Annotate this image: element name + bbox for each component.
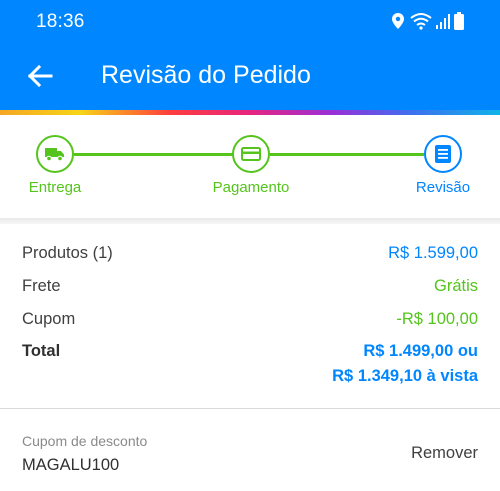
step-label-revisao: Revisão (415, 179, 471, 196)
step-revisao[interactable] (424, 135, 462, 173)
status-time: 18:36 (36, 11, 85, 32)
products-value: R$ 1.599,00 (388, 244, 478, 262)
step-label-pagamento: Pagamento (212, 179, 290, 196)
step-label-entrega: Entrega (28, 179, 82, 196)
step-entrega[interactable] (36, 135, 74, 173)
truck-icon (45, 148, 64, 162)
battery-icon (454, 12, 464, 30)
location-icon (392, 13, 404, 29)
status-bar: 18:36 (0, 0, 500, 44)
total-value-installments: R$ 1.499,00 ou (363, 342, 478, 360)
coupon-section: Cupom de desconto MAGALU100 Remover (0, 409, 500, 491)
coupon-label: Cupom (22, 310, 76, 328)
order-summary: Produtos (1) R$ 1.599,00 Frete Grátis Cu… (0, 224, 500, 408)
toolbar: Revisão do Pedido (0, 44, 500, 110)
status-icons (390, 12, 464, 30)
page-title: Revisão do Pedido (101, 61, 311, 89)
card-icon (241, 147, 261, 161)
shipping-label: Frete (22, 277, 61, 295)
coupon-discount-value: -R$ 100,00 (396, 310, 478, 328)
arrow-back-icon (27, 65, 53, 87)
step-connector (74, 153, 234, 156)
wifi-icon (410, 13, 432, 30)
coupon-caption: Cupom de desconto (22, 433, 148, 449)
remove-coupon-button[interactable]: Remover (411, 444, 478, 463)
back-button[interactable] (18, 54, 62, 98)
step-pagamento[interactable] (232, 135, 270, 173)
shipping-value: Grátis (433, 277, 478, 295)
app-bar: 18:36 Revisão do Pedido (0, 0, 500, 110)
total-value-cash: R$ 1.349,10 à vista (332, 367, 478, 385)
coupon-code: MAGALU100 (22, 456, 120, 474)
document-icon (435, 145, 451, 163)
step-connector (270, 153, 424, 156)
checkout-stepper: Entrega Pagamento Revisão (0, 115, 500, 218)
total-label: Total (22, 342, 61, 360)
products-label: Produtos (1) (22, 244, 113, 262)
signal-icon (436, 14, 450, 29)
